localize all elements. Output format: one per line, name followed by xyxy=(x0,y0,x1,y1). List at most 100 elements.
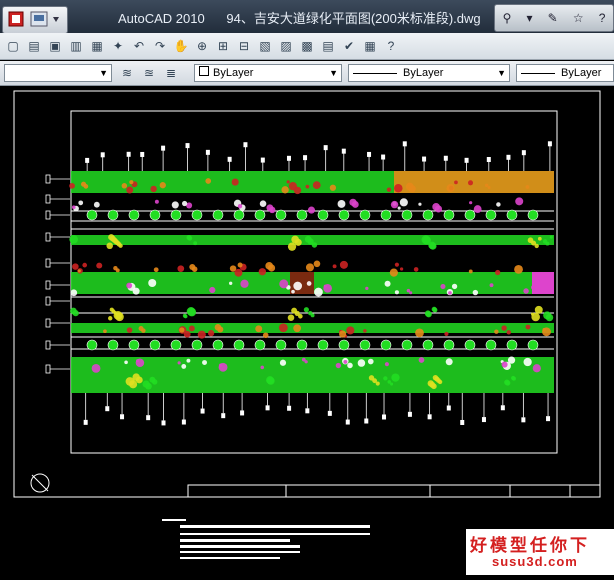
binoculars-icon[interactable]: ⚲ xyxy=(503,11,512,25)
tree-symbol xyxy=(233,209,245,221)
shrub-symbol xyxy=(126,327,133,333)
lineweight-dropdown[interactable]: ByLayer xyxy=(516,64,614,82)
application-menu-button[interactable] xyxy=(2,6,68,34)
window-title: AutoCAD 2010 94、吉安大道绿化平面图(200米标准段).dwg xyxy=(118,8,481,27)
shrub-symbol xyxy=(467,180,474,186)
shrub-symbol xyxy=(363,329,367,333)
pan-icon[interactable]: ✋ xyxy=(172,37,190,55)
undo-icon[interactable]: ↶ xyxy=(130,37,148,55)
shrub-symbol xyxy=(312,181,321,190)
leader-tag xyxy=(83,419,88,425)
shrub-symbol xyxy=(234,268,243,277)
section-tag xyxy=(45,174,51,184)
zoom-icon[interactable]: ⊕ xyxy=(193,37,211,55)
app-icons xyxy=(8,11,59,27)
shrub-symbol xyxy=(448,291,452,295)
properties-icon[interactable]: ▧ xyxy=(256,37,274,55)
shrub-symbol xyxy=(432,307,438,313)
shrub-symbol xyxy=(126,186,134,194)
shrub-symbol xyxy=(394,183,403,193)
shrub-symbol xyxy=(375,381,380,386)
help-icon[interactable]: ? xyxy=(599,11,606,25)
design-center-icon[interactable]: ▨ xyxy=(277,37,295,55)
star-icon[interactable]: ☆ xyxy=(573,11,584,25)
layer-states-icon[interactable]: ≣ xyxy=(162,64,180,82)
shrub-symbol xyxy=(346,326,355,335)
shrub-symbol xyxy=(390,200,399,209)
shrub-symbol xyxy=(507,356,516,364)
shrub-symbol xyxy=(397,206,401,210)
tree-symbol xyxy=(275,209,287,221)
shrub-symbol xyxy=(451,283,458,290)
shrub-symbol xyxy=(132,287,140,295)
shrub-symbol xyxy=(262,332,269,339)
shrub-symbol xyxy=(186,358,191,363)
leader-tag xyxy=(185,143,190,149)
shrub-symbol xyxy=(367,358,374,365)
leader-tag xyxy=(364,418,369,424)
shrub-symbol xyxy=(531,285,536,290)
planting-zone xyxy=(394,171,554,193)
linetype-value: ByLayer xyxy=(403,67,444,79)
file-name: 94、吉安大道绿化平面图(200米标准段).dwg xyxy=(226,11,481,26)
match-icon[interactable]: ✦ xyxy=(109,37,127,55)
calculator-icon[interactable]: ▦ xyxy=(361,37,379,55)
shrub-symbol xyxy=(181,363,187,369)
tree-symbol xyxy=(149,339,161,351)
tree-symbol xyxy=(401,209,413,221)
shrub-symbol xyxy=(514,264,523,274)
shrub-symbol xyxy=(279,279,289,289)
leader-tag xyxy=(161,145,166,151)
open-icon[interactable]: ▤ xyxy=(25,37,43,55)
preview-icon[interactable]: ▦ xyxy=(88,37,106,55)
tool-palettes-icon[interactable]: ▩ xyxy=(298,37,316,55)
tree-symbol xyxy=(506,339,518,351)
shrub-symbol xyxy=(69,234,78,244)
shrub-symbol xyxy=(496,202,501,207)
shrub-symbol xyxy=(72,310,79,317)
plot-icon[interactable]: ▥ xyxy=(67,37,85,55)
app-name: AutoCAD 2010 xyxy=(118,11,205,26)
sheet-set-icon[interactable]: ▤ xyxy=(319,37,337,55)
leader-tag xyxy=(500,405,505,411)
shrub-symbol xyxy=(523,288,529,294)
leader-tag xyxy=(161,420,166,426)
section-tag xyxy=(45,280,51,290)
layer-previous-icon[interactable]: ≊ xyxy=(140,64,158,82)
zoom-previous-icon[interactable]: ⊟ xyxy=(235,37,253,55)
color-dropdown[interactable]: ByLayer ▼ xyxy=(194,64,342,82)
shrub-symbol xyxy=(255,325,263,333)
watermark-site: susu3d.com xyxy=(492,554,578,569)
save-icon[interactable]: ▣ xyxy=(46,37,64,55)
layer-properties-icon[interactable]: ≋ xyxy=(118,64,136,82)
shrub-symbol xyxy=(311,242,318,248)
chevron-down-icon[interactable]: ▾ xyxy=(526,11,532,25)
shrub-symbol xyxy=(129,380,138,389)
new-icon[interactable]: ▢ xyxy=(4,37,22,55)
leader-tag xyxy=(460,419,465,425)
shrub-symbol xyxy=(91,363,101,373)
shrub-symbol xyxy=(293,281,303,291)
wrench-icon[interactable]: ✎ xyxy=(548,11,558,25)
shrub-symbol xyxy=(303,307,309,313)
redo-icon[interactable]: ↷ xyxy=(151,37,169,55)
layer-dropdown[interactable]: ▼ xyxy=(4,64,112,82)
markup-icon[interactable]: ✔ xyxy=(340,37,358,55)
tree-symbol xyxy=(254,209,266,221)
zoom-window-icon[interactable]: ⊞ xyxy=(214,37,232,55)
help-icon[interactable]: ? xyxy=(382,37,400,55)
shrub-symbol xyxy=(93,201,100,208)
leader-tag xyxy=(126,151,131,157)
linetype-dropdown[interactable]: ByLayer ▼ xyxy=(348,64,510,82)
drawing-canvas[interactable]: 好模型任你下 susu3d.com xyxy=(0,87,614,575)
shrub-symbol xyxy=(337,200,346,208)
shrub-symbol xyxy=(537,236,542,241)
leader-tag xyxy=(381,154,386,160)
leader-tag xyxy=(146,415,151,421)
shrub-symbol xyxy=(425,311,432,318)
shrub-symbol xyxy=(286,180,290,184)
shrub-symbol xyxy=(71,205,76,209)
shrub-symbol xyxy=(278,323,288,333)
leader-tag xyxy=(200,408,205,414)
shrub-symbol xyxy=(487,186,491,190)
